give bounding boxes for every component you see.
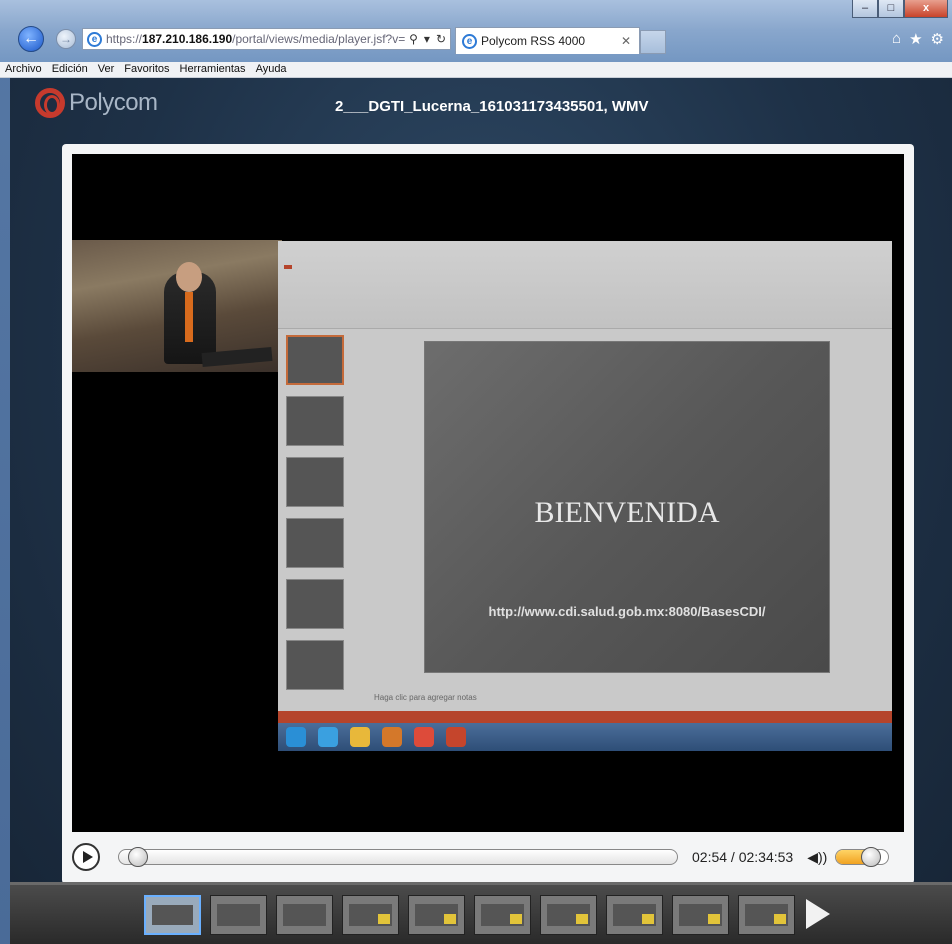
filmstrip-frame[interactable] [738,895,795,935]
tab-ie-icon: e [462,33,477,49]
slide-thumb [286,579,344,629]
windows-taskbar [278,723,892,751]
menu-archivo[interactable]: Archivo [5,62,42,77]
refresh-icon[interactable]: ↻ [436,32,446,46]
tab-title: Polycom RSS 4000 [481,34,586,48]
volume-icon[interactable]: ◀)) [807,849,827,866]
thumbnail-filmstrip [10,882,952,944]
menu-favoritos[interactable]: Favoritos [124,62,169,77]
dropdown-icon[interactable]: ▾ [424,32,430,46]
frame-thumbnail-image [217,904,260,926]
slide-title: BIENVENIDA [534,496,720,529]
close-window-button[interactable]: x [904,0,948,18]
slide-thumb [286,518,344,568]
menu-herramientas[interactable]: Herramientas [180,62,246,77]
time-display: 02:54 / 02:34:53 [692,849,794,865]
frame-thumbnail-image [679,904,722,926]
frame-thumbnail-image [613,904,656,926]
powerpoint-capture: BIENVENIDA http://www.cdi.salud.gob.mx:8… [278,241,892,751]
address-tools: ⚲ ▾ ↻ [409,32,450,46]
slide-thumbnails [286,335,346,701]
filmstrip-frame[interactable] [144,895,201,935]
media-player: BIENVENIDA http://www.cdi.salud.gob.mx:8… [62,144,914,884]
frame-thumbnail-image [283,904,326,926]
page-title: 2___DGTI_Lucerna_161031173435501, WMV [335,98,649,115]
volume-slider[interactable] [835,847,890,867]
notes-placeholder: Haga clic para agregar notas [374,693,477,702]
browser-tab[interactable]: e Polycom RSS 4000 ✕ [455,27,640,54]
slide-thumb [286,640,344,690]
new-tab-button[interactable] [640,30,666,54]
url-prefix: https:// [106,32,143,46]
camera-feed-image [72,240,282,372]
filmstrip-frame[interactable] [474,895,531,935]
ppt-tab-archivo [284,265,292,269]
polycom-logo-icon [35,88,65,118]
volume-handle[interactable] [861,847,882,867]
ppt-status-bar [278,711,892,723]
seek-bar[interactable] [118,847,678,867]
slide-thumb [286,396,344,446]
main-slide: BIENVENIDA http://www.cdi.salud.gob.mx:8… [424,341,830,673]
frame-thumbnail-image [745,904,788,926]
menu-ver[interactable]: Ver [98,62,115,77]
powerpoint-icon [446,727,466,747]
ie-taskbar-icon [318,727,338,747]
play-button[interactable] [72,843,100,871]
window-controls: – □ x [852,0,948,18]
browser-window: – □ x ← → e https://187.210.186.190/port… [0,0,952,944]
ie-logo-icon: e [87,31,102,47]
seek-handle[interactable] [128,847,149,867]
ppt-ribbon-tabs [278,259,324,275]
filmstrip-frame[interactable] [342,895,399,935]
filmstrip-frame[interactable] [408,895,465,935]
next-arrow-icon[interactable] [806,899,830,929]
url-host: 187.210.186.190 [142,32,233,46]
menu-bar: Archivo Edición Ver Favoritos Herramient… [0,62,952,78]
menu-edicion[interactable]: Edición [52,62,88,77]
filmstrip-frames [144,895,795,935]
back-arrow-icon[interactable]: ← [18,26,44,52]
slide-thumb [286,335,344,385]
maximize-button[interactable]: □ [878,0,904,18]
chrome-icon [414,727,434,747]
slide-url: http://www.cdi.salud.gob.mx:8080/BasesCD… [488,604,766,619]
frame-thumbnail-image [152,905,193,925]
url-path: /portal/views/media/player.jsf?v= [232,32,406,46]
filmstrip-frame[interactable] [276,895,333,935]
frame-thumbnail-image [349,904,392,926]
presenter-head [176,262,202,292]
filmstrip-frame[interactable] [540,895,597,935]
gear-icon[interactable]: ⚙ [931,30,944,48]
filmstrip-frame[interactable] [672,895,729,935]
filmstrip-frame[interactable] [210,895,267,935]
frame-thumbnail-image [481,904,524,926]
search-icon[interactable]: ⚲ [409,32,418,46]
folder-icon [350,727,370,747]
ppt-ribbon [278,241,892,329]
title-bar: – □ x ← → e https://187.210.186.190/port… [0,0,952,62]
browser-toolbar-icons: ⌂ ★ ⚙ [892,30,944,48]
page-content: Polycom 2___DGTI_Lucerna_161031173435501… [10,78,952,944]
frame-thumbnail-image [547,904,590,926]
forward-arrow-icon[interactable]: → [56,29,76,49]
slide-thumb [286,457,344,507]
start-icon [286,727,306,747]
menu-ayuda[interactable]: Ayuda [256,62,287,77]
close-tab-icon[interactable]: ✕ [621,34,631,48]
filmstrip-frame[interactable] [606,895,663,935]
logo-text: Polycom [69,89,158,116]
address-bar[interactable]: e https://187.210.186.190/portal/views/m… [82,28,451,50]
player-controls: 02:54 / 02:34:53 ◀)) [72,838,904,876]
minimize-button[interactable]: – [852,0,878,18]
home-icon[interactable]: ⌂ [892,30,901,48]
star-icon[interactable]: ★ [909,30,922,48]
polycom-logo: Polycom [35,88,158,118]
video-viewport[interactable]: BIENVENIDA http://www.cdi.salud.gob.mx:8… [72,154,904,832]
frame-thumbnail-image [415,904,458,926]
media-icon [382,727,402,747]
